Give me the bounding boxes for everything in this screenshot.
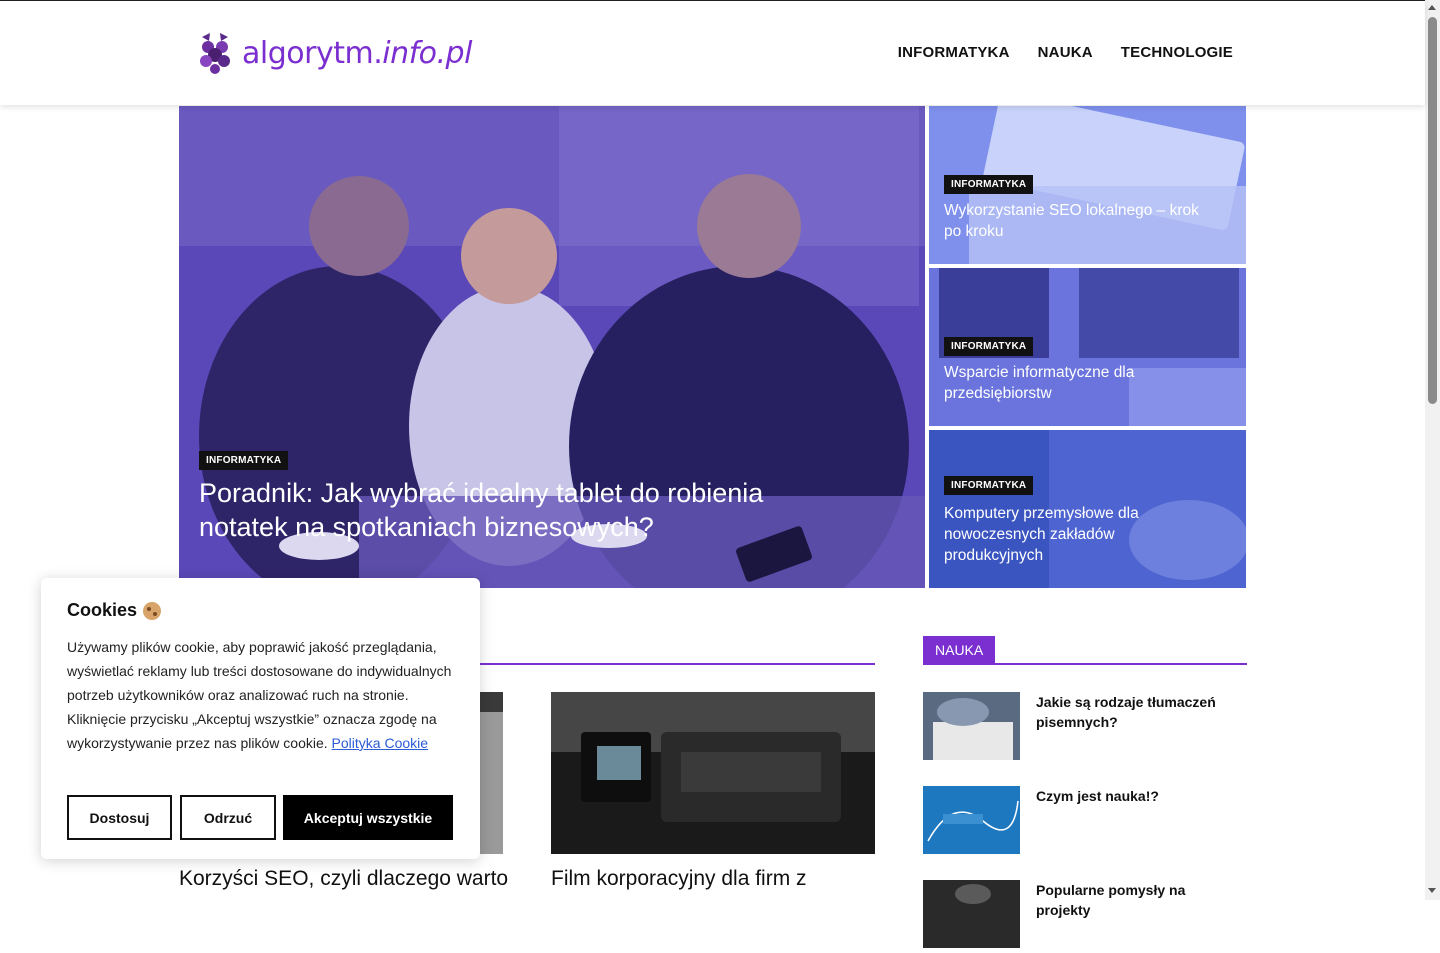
post-thumbnail[interactable] <box>551 692 875 854</box>
post-title[interactable]: Film korporacyjny dla firm z <box>551 866 881 892</box>
scroll-up-icon[interactable] <box>1428 5 1436 10</box>
customize-button[interactable]: Dostosuj <box>67 795 172 840</box>
side-card-title[interactable]: Wsparcie informatyczne dla przedsiębiors… <box>944 362 1204 404</box>
sidebar-post-title[interactable]: Popularne pomysły na projekty <box>1036 880 1226 948</box>
hero-title[interactable]: Poradnik: Jak wybrać idealny tablet do r… <box>199 476 839 544</box>
sidebar-post-thumbnail <box>923 786 1020 854</box>
sidebar-post-thumbnail <box>923 692 1020 760</box>
post-title[interactable]: Korzyści SEO, czyli dlaczego warto <box>179 866 509 892</box>
side-card-article[interactable]: INFORMATYKA Komputery przemysłowe dla no… <box>929 430 1246 588</box>
nav-item-informatyka[interactable]: INFORMATYKA <box>898 44 1010 61</box>
side-card-tag[interactable]: INFORMATYKA <box>944 337 1034 356</box>
cookie-title: Cookies <box>67 600 162 621</box>
nav-item-nauka[interactable]: NAUKA <box>1038 44 1093 61</box>
side-card-article[interactable]: INFORMATYKA Wykorzystanie SEO lokalnego … <box>929 106 1246 264</box>
site-header: algorytm.info.pl INFORMATYKA NAUKA TECHN… <box>0 1 1425 105</box>
logo-mark-icon <box>196 31 234 75</box>
page-scrollbar[interactable] <box>1425 0 1440 900</box>
scrollbar-thumb[interactable] <box>1428 17 1437 404</box>
sidebar-post[interactable]: Jakie są rodzaje tłumaczeń pisemnych? <box>923 692 1226 760</box>
side-card-tag[interactable]: INFORMATYKA <box>944 476 1034 495</box>
sidebar-post[interactable]: Popularne pomysły na projekty <box>923 880 1226 948</box>
site-logo[interactable]: algorytm.info.pl <box>196 31 472 75</box>
sidebar-post-title[interactable]: Jakie są rodzaje tłumaczeń pisemnych? <box>1036 692 1226 760</box>
cookie-description: Używamy plików cookie, aby poprawić jako… <box>67 639 452 751</box>
hero-article[interactable]: INFORMATYKA Poradnik: Jak wybrać idealny… <box>179 106 925 588</box>
side-card-article[interactable]: INFORMATYKA Wsparcie informatyczne dla p… <box>929 268 1246 426</box>
side-card-tag[interactable]: INFORMATYKA <box>944 175 1034 194</box>
logo-text: algorytm.info.pl <box>242 35 472 71</box>
accept-all-button[interactable]: Akceptuj wszystkie <box>283 795 453 840</box>
side-card-title[interactable]: Wykorzystanie SEO lokalnego – krok po kr… <box>944 200 1204 242</box>
sidebar-post[interactable]: Czym jest nauka!? <box>923 786 1226 854</box>
side-card-title[interactable]: Komputery przemysłowe dla nowoczesnych z… <box>944 503 1204 566</box>
reject-button[interactable]: Odrzuć <box>180 795 276 840</box>
sidebar-post-thumbnail <box>923 880 1020 948</box>
section-divider <box>923 663 1247 665</box>
hero-category-tag[interactable]: INFORMATYKA <box>199 451 289 470</box>
scroll-down-icon[interactable] <box>1428 888 1436 893</box>
nav-item-technologie[interactable]: TECHNOLOGIE <box>1121 44 1233 61</box>
cookie-icon <box>143 601 162 620</box>
main-nav: INFORMATYKA NAUKA TECHNOLOGIE <box>898 44 1233 61</box>
section-divider <box>470 663 875 665</box>
sidebar-section-label[interactable]: NAUKA <box>923 636 996 665</box>
sidebar-post-title[interactable]: Czym jest nauka!? <box>1036 786 1226 854</box>
cookie-banner: Cookies Używamy plików cookie, aby popra… <box>41 578 480 859</box>
cookie-policy-link[interactable]: Polityka Cookie <box>332 735 429 751</box>
